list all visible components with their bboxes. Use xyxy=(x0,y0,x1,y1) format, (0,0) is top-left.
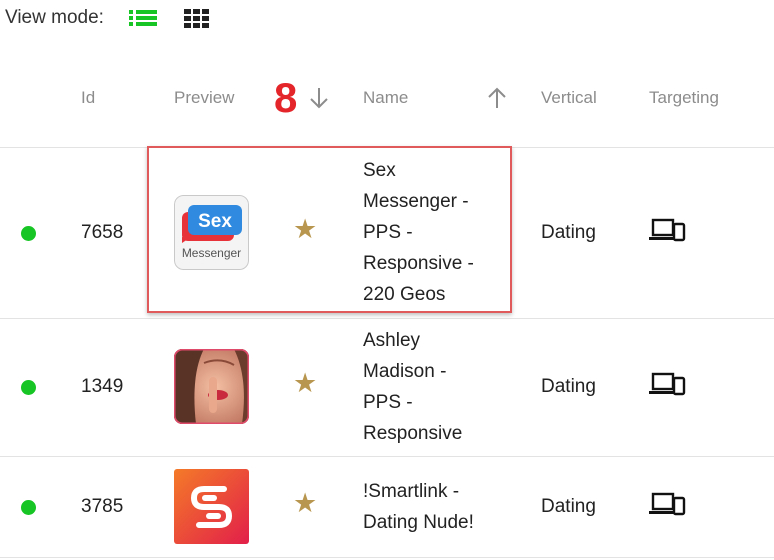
list-view-icon[interactable] xyxy=(127,7,159,29)
offer-vertical: Dating xyxy=(541,376,596,397)
view-mode-label: View mode: xyxy=(5,7,104,28)
table-row[interactable]: 1349 ★ Ashley Madison - PPS - Responsive… xyxy=(0,319,774,456)
offer-name-line: PPS - xyxy=(363,392,413,413)
annotation-number: 8 xyxy=(274,74,298,121)
devices-icon xyxy=(649,372,686,396)
offer-id: 1349 xyxy=(81,376,124,397)
grid-view-icon[interactable] xyxy=(182,7,212,29)
offer-id: 7658 xyxy=(81,222,124,243)
highlight-box xyxy=(147,146,512,313)
ashley-madison-photo[interactable] xyxy=(174,349,249,424)
column-header-vertical[interactable]: Vertical xyxy=(541,86,597,110)
offer-vertical: Dating xyxy=(541,496,596,517)
devices-icon xyxy=(649,492,686,516)
status-indicator xyxy=(21,500,36,515)
row-divider xyxy=(0,557,774,558)
view-mode-bar: View mode: xyxy=(5,5,104,31)
status-indicator xyxy=(21,226,36,241)
sort-down-arrow-icon[interactable] xyxy=(308,86,330,110)
column-header-preview: Preview xyxy=(174,88,235,107)
table-row[interactable]: 3785 ★ !Smartlink - Dating Nude! Dating xyxy=(0,457,774,557)
column-header-id[interactable]: Id xyxy=(81,86,95,110)
status-indicator xyxy=(21,380,36,395)
favorite-star-icon[interactable]: ★ xyxy=(293,368,317,398)
offer-id: 3785 xyxy=(81,496,124,517)
offer-name[interactable]: Ashley Madison - PPS - Responsive xyxy=(363,325,503,449)
offer-name-line: Responsive xyxy=(363,423,463,444)
offer-vertical: Dating xyxy=(541,222,596,243)
sort-up-arrow-icon[interactable] xyxy=(486,86,508,110)
favorite-star-icon[interactable]: ★ xyxy=(293,488,317,518)
offer-name[interactable]: !Smartlink - Dating Nude! xyxy=(363,476,503,538)
devices-icon xyxy=(649,218,686,242)
offer-name-line: Madison - xyxy=(363,361,447,382)
offer-name-line: Ashley xyxy=(363,330,421,351)
offer-name-line: !Smartlink - xyxy=(363,481,460,502)
column-header-targeting: Targeting xyxy=(649,88,719,107)
column-header-name[interactable]: Name xyxy=(363,86,408,110)
smartlink-logo[interactable] xyxy=(174,469,249,544)
offer-name-line: Dating Nude! xyxy=(363,512,474,533)
